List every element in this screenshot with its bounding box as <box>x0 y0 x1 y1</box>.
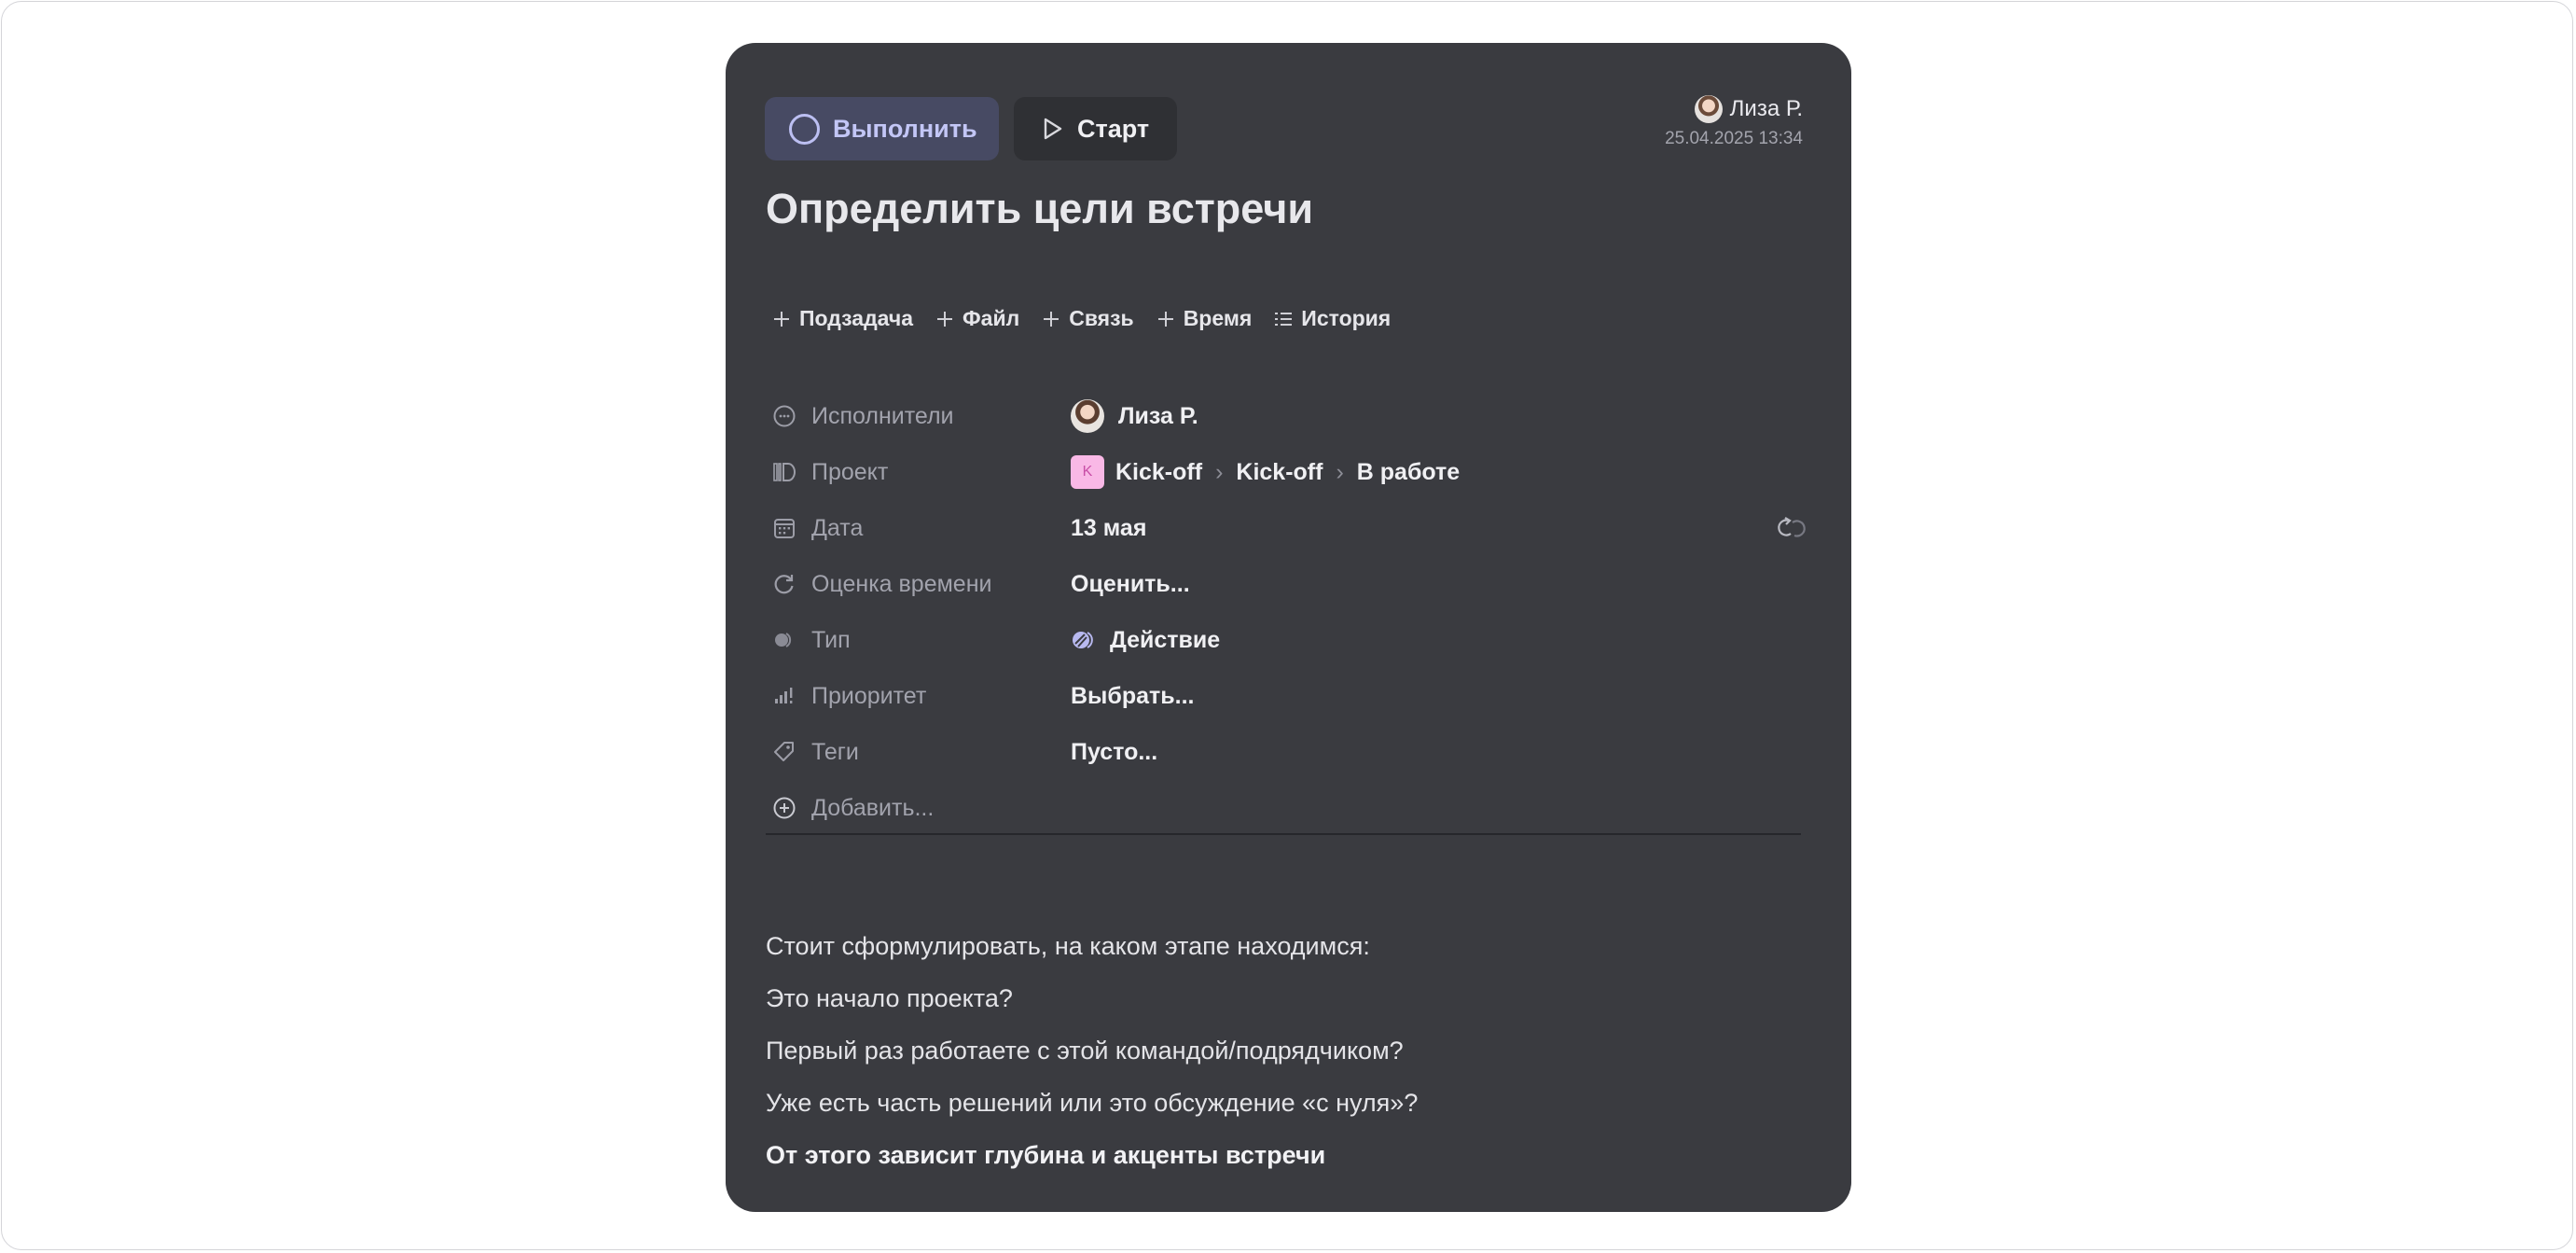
assignee-name: Лиза Р. <box>1118 402 1198 429</box>
date-label: Дата <box>811 514 864 541</box>
complete-button[interactable]: Выполнить <box>765 97 999 160</box>
action-type-icon <box>1073 632 1093 648</box>
plus-icon <box>774 311 789 327</box>
avatar <box>1071 399 1104 433</box>
property-priority[interactable]: Приоритет Выбрать... <box>772 668 1807 724</box>
tag-icon <box>774 742 794 761</box>
type-icon <box>775 633 792 647</box>
add-time-label: Время <box>1183 306 1253 330</box>
priority-icon <box>775 688 793 703</box>
add-circle-icon <box>773 797 796 819</box>
list-icon <box>1275 312 1293 326</box>
task-card: Выполнить Старт Лиза Р. 25.04.2025 13:34… <box>726 43 1851 1212</box>
repeat-icon[interactable] <box>1776 516 1807 540</box>
assignees-label: Исполнители <box>811 402 954 429</box>
divider <box>766 833 1801 835</box>
add-file-button[interactable]: Файл <box>935 306 1019 331</box>
start-button[interactable]: Старт <box>1014 97 1177 160</box>
author-info: Лиза Р. 25.04.2025 13:34 <box>1665 95 1803 149</box>
plus-icon <box>1044 311 1059 327</box>
type-value: Действие <box>1110 626 1221 653</box>
add-link-button[interactable]: Связь <box>1042 306 1134 331</box>
project-section[interactable]: Kick-off <box>1236 459 1323 486</box>
estimate-label: Оценка времени <box>811 570 992 597</box>
project-icon <box>773 463 796 481</box>
property-assignees[interactable]: Исполнители Лиза Р. <box>772 388 1807 444</box>
property-project[interactable]: Проект K Kick-off › Kick-off › В работе <box>772 444 1807 500</box>
estimate-value: Оценить... <box>1071 570 1190 597</box>
add-subtask-button[interactable]: Подзадача <box>772 306 913 331</box>
project-label: Проект <box>811 458 889 485</box>
refresh-icon <box>774 575 794 594</box>
tags-value: Пусто... <box>1071 738 1158 765</box>
property-date[interactable]: Дата 13 мая <box>772 500 1807 556</box>
add-property-button[interactable]: Добавить... <box>772 780 1807 836</box>
project-status[interactable]: В работе <box>1357 459 1460 486</box>
plus-icon <box>937 311 953 327</box>
complete-button-label: Выполнить <box>833 114 977 143</box>
avatar <box>1694 95 1723 123</box>
project-name[interactable]: Kick-off <box>1115 459 1202 486</box>
project-badge: K <box>1071 455 1104 489</box>
history-label: История <box>1301 306 1392 330</box>
add-property-label: Добавить... <box>811 794 935 821</box>
add-link-label: Связь <box>1069 306 1134 330</box>
tags-label: Теги <box>811 738 859 765</box>
description-line: Стоит сформулировать, на каком этапе нах… <box>766 932 1370 960</box>
description-line: Это начало проекта? <box>766 984 1013 1012</box>
author-name[interactable]: Лиза Р. <box>1730 96 1803 122</box>
property-estimate[interactable]: Оценка времени Оценить... <box>772 556 1807 612</box>
description-line: Первый раз работаете с этой командой/под… <box>766 1037 1404 1065</box>
play-icon <box>1044 118 1062 140</box>
add-file-label: Файл <box>963 306 1020 330</box>
action-bar: Подзадача Файл Связь Время История <box>772 306 1413 331</box>
chevron-right-icon: › <box>1215 458 1224 485</box>
chevron-right-icon: › <box>1336 458 1344 485</box>
task-title[interactable]: Определить цели встречи <box>766 185 1313 233</box>
start-button-label: Старт <box>1077 114 1150 143</box>
add-subtask-label: Подзадача <box>799 306 914 330</box>
calendar-icon <box>774 519 795 538</box>
description-line: Уже есть часть решений или это обсуждени… <box>766 1089 1419 1117</box>
date-value: 13 мая <box>1071 514 1147 541</box>
task-description[interactable]: Стоит сформулировать, на каком этапе нах… <box>766 920 1418 1181</box>
property-tags[interactable]: Теги Пусто... <box>772 724 1807 780</box>
assignee-icon <box>773 405 796 427</box>
add-time-button[interactable]: Время <box>1156 306 1253 331</box>
circle-icon <box>789 113 820 145</box>
created-date: 25.04.2025 13:34 <box>1665 129 1803 148</box>
priority-label: Приоритет <box>811 682 927 709</box>
priority-value: Выбрать... <box>1071 682 1195 709</box>
history-button[interactable]: История <box>1274 306 1391 331</box>
property-type[interactable]: Тип Действие <box>772 612 1807 668</box>
type-label: Тип <box>811 626 851 653</box>
plus-icon <box>1157 311 1173 327</box>
description-emphasis: От этого зависит глубина и акценты встре… <box>766 1141 1326 1169</box>
